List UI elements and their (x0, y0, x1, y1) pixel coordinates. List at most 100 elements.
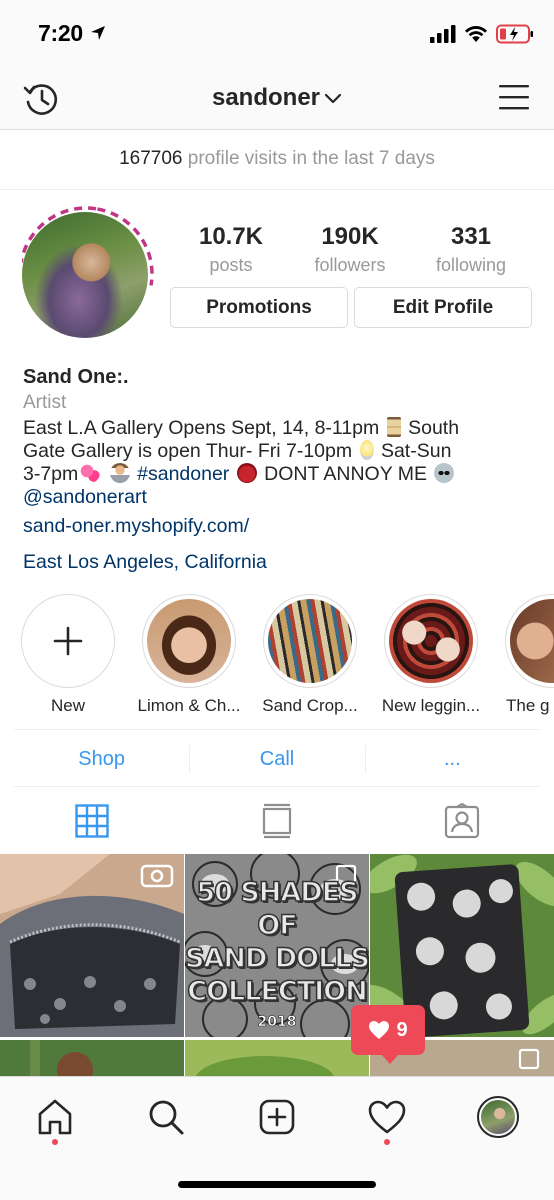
highlight-cover (268, 599, 352, 683)
stat-followers[interactable]: 190K followers (290, 223, 410, 276)
highlight-new[interactable]: New (8, 594, 128, 716)
highlight-item[interactable]: New leggin... (371, 594, 491, 716)
bio-line-3a: 3-7pm (23, 463, 79, 485)
grid-post[interactable] (0, 1040, 184, 1076)
promotions-button[interactable]: Promotions (170, 287, 348, 328)
status-bar: 7:20 (0, 0, 554, 66)
profile-category: Artist (23, 392, 67, 413)
location-arrow-icon (91, 26, 105, 40)
posts-count: 10.7K (198, 223, 264, 250)
highlight-cover (147, 599, 231, 683)
profile-visits-banner[interactable]: 167706 profile visits in the last 7 days (0, 131, 554, 190)
bio-line-1: East L.A Gallery Opens Sept, 14, 8-11pm (23, 417, 380, 439)
activity-icon (368, 1100, 406, 1134)
post-title-line: OF (257, 909, 299, 942)
highlight-label: New leggin... (381, 696, 481, 715)
ogre-emoji-icon (236, 463, 257, 483)
tab-feed[interactable] (185, 788, 370, 853)
home-indicator (178, 1181, 376, 1188)
highlight-cover (389, 599, 473, 683)
post-title-line: SAND DOLLS (185, 942, 369, 975)
alien-emoji-icon (434, 463, 455, 483)
profile-header: sandoner (0, 66, 554, 130)
man-emoji-icon (109, 463, 130, 483)
grid-post[interactable] (0, 854, 184, 1037)
add-highlight-icon (21, 594, 115, 688)
tagged-icon (444, 802, 479, 838)
home-icon (38, 1099, 72, 1135)
new-post-icon (259, 1099, 295, 1135)
stat-posts[interactable]: 10.7K posts (171, 223, 291, 276)
username-switcher[interactable]: sandoner (0, 84, 554, 112)
nav-home[interactable] (33, 1095, 77, 1139)
signal-icon (430, 25, 456, 43)
username: sandoner (211, 84, 321, 111)
highlight-item[interactable]: Limon & Ch... (129, 594, 249, 716)
display-name: Sand One:. (23, 366, 129, 388)
nav-search[interactable] (144, 1095, 188, 1139)
bio-mention[interactable]: @sandonerart (23, 486, 147, 508)
search-icon (149, 1100, 184, 1135)
wifi-icon (465, 26, 487, 42)
shop-button[interactable]: Shop (14, 730, 189, 786)
following-count: 331 (450, 223, 492, 250)
highlight-label: Limon & Ch... (137, 696, 241, 715)
location-link[interactable]: East Los Angeles, California (23, 551, 533, 574)
post-title-line: 50 SHADES (196, 876, 360, 909)
profile-visits-count: 167706 (119, 148, 183, 169)
nav-new-post[interactable] (255, 1095, 299, 1139)
nav-profile[interactable] (476, 1095, 520, 1139)
likes-count: 9 (396, 1018, 408, 1041)
post-title-overlay: 50 SHADES OF SAND DOLLS COLLECTION (185, 876, 369, 1008)
post-image (0, 1040, 184, 1076)
following-label: following (435, 255, 507, 275)
profile-avatar[interactable] (22, 212, 148, 338)
highlight-label: Sand Crop... (262, 696, 358, 715)
highlight-label: The g (506, 696, 550, 715)
post-title-line: COLLECTION (187, 975, 369, 1008)
hourglass-emoji-icon (386, 417, 401, 437)
profile-bio: Sand One:. Artist East L.A Gallery Opens… (23, 364, 533, 574)
grid-post[interactable] (185, 1040, 369, 1076)
highlight-label: New (50, 696, 85, 715)
stat-following[interactable]: 331 following (411, 223, 531, 276)
followers-count: 190K (321, 223, 379, 250)
followers-label: followers (314, 255, 386, 275)
bio-line-2: Gate Gallery is open Thur- Fri 7-10pm (23, 440, 353, 462)
heart-icon (369, 1021, 390, 1039)
lightbulb-emoji-icon (359, 440, 374, 460)
bio-hashtag[interactable]: #sandoner (137, 463, 229, 485)
bio-line-3b: DONT ANNOY ME (264, 463, 428, 485)
home-notification-dot (52, 1139, 58, 1145)
posts-label: posts (209, 255, 253, 275)
profile-avatar-small (477, 1096, 519, 1138)
activity-notification-dot (384, 1139, 390, 1145)
highlight-item[interactable]: The g (492, 594, 554, 716)
bio-text: East L.A Gallery Opens Sept, 14, 8-11pm … (23, 417, 533, 509)
highlight-cover (510, 599, 554, 683)
tab-tagged[interactable] (369, 788, 554, 853)
story-highlights: New Limon & Ch... Sand Crop... New leggi… (0, 594, 554, 719)
battery-icon (496, 24, 533, 44)
bio-line-2b: Sat-Sun (380, 440, 452, 462)
feed-icon (262, 803, 292, 838)
edit-profile-button[interactable]: Edit Profile (354, 287, 532, 328)
website-link[interactable]: sand-oner.myshopify.com/ (23, 515, 533, 538)
post-year: 2018 (257, 1014, 297, 1031)
more-actions-button[interactable]: ... (364, 730, 540, 786)
grid-post[interactable]: 50 SHADES OF SAND DOLLS COLLECTION 2018 (185, 854, 369, 1037)
likes-notification-bubble[interactable]: 9 (351, 1005, 425, 1064)
status-time: 7:20 (38, 20, 83, 46)
nav-activity[interactable] (365, 1095, 409, 1139)
chevron-down-icon (324, 93, 342, 103)
post-grid: 50 SHADES OF SAND DOLLS COLLECTION 2018 (0, 854, 554, 1076)
tab-grid[interactable] (0, 788, 185, 853)
bio-line-1b: South (408, 417, 460, 439)
call-button[interactable]: Call (189, 730, 364, 786)
highlight-item[interactable]: Sand Crop... (250, 594, 370, 716)
contact-actions: Shop Call ... (14, 729, 540, 787)
profile-visits-text: profile visits in the last 7 days (187, 148, 435, 169)
menu-icon[interactable] (498, 82, 530, 112)
post-backpack-image (0, 854, 184, 1037)
post-image (185, 1040, 369, 1076)
